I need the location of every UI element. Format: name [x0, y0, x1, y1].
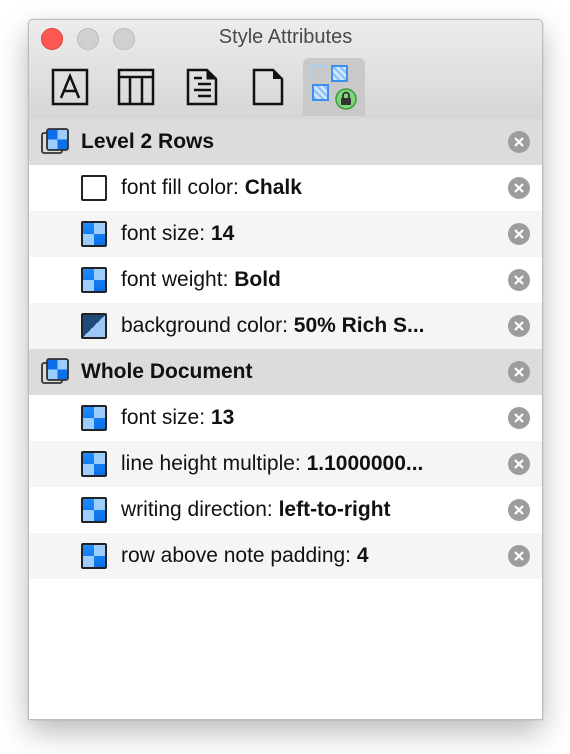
remove-group-button[interactable] [508, 131, 530, 153]
remove-attribute-button[interactable] [508, 407, 530, 429]
group-title: Whole Document [81, 360, 253, 383]
attribute-name: font fill color: [121, 176, 245, 199]
remove-attribute-button[interactable] [508, 269, 530, 291]
locked-styles-icon [312, 65, 357, 110]
blank-document-icon [252, 68, 284, 106]
attribute-row[interactable]: font fill color: Chalk [29, 165, 542, 211]
close-icon [514, 367, 524, 377]
tab-document-lines[interactable] [171, 58, 233, 116]
close-icon [514, 137, 524, 147]
attribute-name: background color: [121, 314, 294, 337]
style-swatch-icon [81, 497, 107, 523]
tab-text-style[interactable] [39, 58, 101, 116]
remove-attribute-button[interactable] [508, 223, 530, 245]
stacked-style-icon [41, 128, 69, 156]
document-lines-icon [186, 68, 218, 106]
columns-icon [117, 68, 155, 106]
close-icon [514, 275, 524, 285]
attribute-row[interactable]: font size: 13 [29, 395, 542, 441]
remove-attribute-button[interactable] [508, 499, 530, 521]
close-icon [514, 229, 524, 239]
tab-blank-document[interactable] [237, 58, 299, 116]
empty-swatch-icon [81, 175, 107, 201]
attribute-value: 50% Rich S... [293, 314, 425, 337]
text-style-icon [51, 68, 89, 106]
close-icon [514, 413, 524, 423]
attribute-name: font size: [121, 406, 211, 429]
attribute-value: 4 [356, 544, 369, 567]
remove-attribute-button[interactable] [508, 315, 530, 337]
remove-attribute-button[interactable] [508, 177, 530, 199]
attribute-value: 1.1000000... [306, 452, 424, 475]
attribute-name: font size: [121, 222, 211, 245]
attribute-row[interactable]: font weight: Bold [29, 257, 542, 303]
attribute-row[interactable]: background color: 50% Rich S... [29, 303, 542, 349]
close-icon [514, 459, 524, 469]
attribute-row[interactable]: line height multiple: 1.1000000... [29, 441, 542, 487]
window-title: Style Attributes [218, 26, 353, 48]
style-attributes-list: Level 2 Rows font fill color: Chalk font… [29, 119, 542, 579]
group-title: Level 2 Rows [81, 130, 215, 153]
attribute-value: 14 [210, 222, 235, 245]
tab-locked-styles[interactable] [303, 58, 365, 116]
style-swatch-icon [81, 405, 107, 431]
close-icon [514, 321, 524, 331]
close-icon [514, 183, 524, 193]
title-bar: Style Attributes [29, 20, 542, 120]
stacked-style-icon [41, 358, 69, 386]
style-swatch-icon [81, 267, 107, 293]
attribute-row[interactable]: writing direction: left-to-right [29, 487, 542, 533]
style-swatch-icon [81, 543, 107, 569]
group-header-whole-document[interactable]: Whole Document [29, 349, 542, 395]
attribute-name: row above note padding: [121, 544, 357, 567]
attribute-value: Bold [234, 268, 281, 291]
style-swatch-icon [81, 451, 107, 477]
attribute-name: line height multiple: [121, 452, 307, 475]
attribute-value: left-to-right [278, 498, 391, 521]
remove-group-button[interactable] [508, 361, 530, 383]
attribute-value: Chalk [244, 176, 302, 199]
close-icon [514, 551, 524, 561]
color-swatch-icon [81, 313, 107, 339]
style-attributes-window: Style Attributes Level 2 Rows font fill … [28, 19, 543, 720]
attribute-name: font weight: [121, 268, 235, 291]
attribute-value: 13 [210, 406, 235, 429]
attribute-row[interactable]: row above note padding: 4 [29, 533, 542, 579]
remove-attribute-button[interactable] [508, 545, 530, 567]
style-swatch-icon [81, 221, 107, 247]
remove-attribute-button[interactable] [508, 453, 530, 475]
tab-columns[interactable] [105, 58, 167, 116]
close-icon [514, 505, 524, 515]
group-header-level-2-rows[interactable]: Level 2 Rows [29, 119, 542, 165]
attribute-row[interactable]: font size: 14 [29, 211, 542, 257]
attribute-name: writing direction: [121, 498, 279, 521]
